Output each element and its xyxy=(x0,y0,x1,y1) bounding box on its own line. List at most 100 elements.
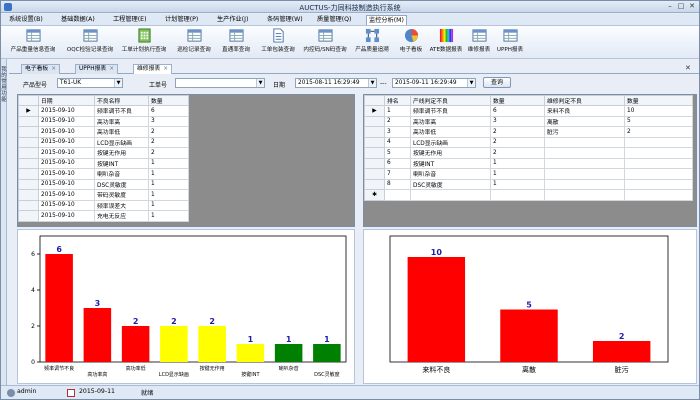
table-cell[interactable]: 2015-09-10 xyxy=(38,105,95,117)
ribbon-oqc-button[interactable]: OQC检验记录查询 xyxy=(63,28,117,58)
row-header[interactable] xyxy=(364,126,385,138)
row-header[interactable] xyxy=(18,147,39,159)
row-header[interactable] xyxy=(18,199,39,211)
table-cell[interactable]: DSC灵敏度 xyxy=(94,178,149,190)
table-cell[interactable]: 2015-09-10 xyxy=(38,136,95,148)
table-cell[interactable]: LCD显示缺画 xyxy=(410,136,491,148)
ribbon-first-pass-yield-button[interactable]: 直通率查询 xyxy=(217,28,255,58)
table-cell[interactable]: 2 xyxy=(490,126,545,138)
table-cell[interactable] xyxy=(624,136,693,148)
ribbon-patrol-inspection-button[interactable]: 巡检记录查询 xyxy=(173,28,215,58)
table-cell[interactable]: 按键无作用 xyxy=(94,147,149,159)
column-header[interactable]: 排名 xyxy=(384,95,411,106)
table-row[interactable]: 4 LCD显示缺画 2 xyxy=(364,136,693,148)
table-row[interactable]: 2015-09-10 充电无反应 1 xyxy=(18,210,189,222)
close-icon[interactable]: × xyxy=(51,66,56,72)
table-cell[interactable] xyxy=(544,168,625,180)
table-cell[interactable]: 频率调节不良 xyxy=(410,105,491,117)
table-cell[interactable] xyxy=(544,178,625,190)
table-cell[interactable] xyxy=(410,189,491,201)
table-cell[interactable]: 2015-09-10 xyxy=(38,157,95,169)
table-cell[interactable]: 来料不良 xyxy=(544,105,625,117)
table-row[interactable]: 2015-09-10 按键INT 1 xyxy=(18,157,189,169)
table-cell[interactable]: 2015-09-10 xyxy=(38,199,95,211)
column-header[interactable]: 产线判定不良 xyxy=(410,95,491,106)
table-cell[interactable] xyxy=(544,189,625,201)
date-to-picker[interactable]: 2015-09-11 16:29:49 ▼ xyxy=(392,78,476,88)
column-header[interactable]: 不良名称 xyxy=(94,95,149,106)
table-cell[interactable]: 频率调节不良 xyxy=(94,105,149,117)
new-row[interactable]: ✱ xyxy=(364,189,693,201)
close-icon[interactable]: ✕ xyxy=(685,64,691,72)
table-cell[interactable] xyxy=(624,168,693,180)
table-cell[interactable]: 离散 xyxy=(544,115,625,127)
table-cell[interactable]: 3 xyxy=(148,115,189,127)
table-row[interactable]: 2015-09-10 按键无作用 2 xyxy=(18,147,189,159)
row-header[interactable] xyxy=(18,115,39,127)
table-cell[interactable]: 1 xyxy=(148,157,189,169)
table-cell[interactable]: 2 xyxy=(490,147,545,159)
menu-production[interactable]: 生产作业(J) xyxy=(215,15,250,25)
defect-ranking-grid[interactable]: 排名 产线判定不良 数量 维修判定不良 数量 ▶ 1 频率调节不良 6 来料不良 10 2 高… xyxy=(363,94,697,227)
table-cell[interactable]: 6 xyxy=(148,105,189,117)
table-cell[interactable] xyxy=(624,157,693,169)
menu-monitoring[interactable]: 监控分析(M) xyxy=(366,15,407,25)
ribbon-packaging-button[interactable]: 工单包装查询 xyxy=(257,28,299,58)
row-header[interactable] xyxy=(18,136,39,148)
table-cell[interactable]: 频率误差大 xyxy=(94,199,149,211)
table-cell[interactable]: 高功率高 xyxy=(94,115,149,127)
table-row[interactable]: 3 高功率低 2 脏污 2 xyxy=(364,126,693,138)
tab-dashboard[interactable]: 电子看板 × xyxy=(21,64,61,74)
menu-barcode[interactable]: 条码管理(W) xyxy=(265,15,305,25)
close-icon[interactable]: × xyxy=(109,66,114,72)
table-cell[interactable]: LCD显示缺画 xyxy=(94,136,149,148)
table-cell[interactable] xyxy=(384,189,411,201)
defect-detail-grid[interactable]: 日期 不良名称 数量 ▶ 2015-09-10 频率调节不良 6 2015-09-10 高… xyxy=(17,94,355,227)
menu-system-settings[interactable]: 系统设置(B) xyxy=(7,15,45,25)
table-row[interactable]: 5 按键无作用 2 xyxy=(364,147,693,159)
ribbon-repair-report-button[interactable]: 维修报表 xyxy=(465,28,493,58)
table-cell[interactable]: 2015-09-10 xyxy=(38,126,95,138)
table-cell[interactable]: DSC灵敏度 xyxy=(410,178,491,190)
table-cell[interactable]: 2 xyxy=(384,115,411,127)
workorder-select[interactable]: ▼ xyxy=(175,78,265,88)
row-header[interactable] xyxy=(364,147,385,159)
menu-quality[interactable]: 质量管理(Q) xyxy=(315,15,353,25)
table-cell[interactable]: 按键INT xyxy=(410,157,491,169)
table-cell[interactable]: 6 xyxy=(384,157,411,169)
table-cell[interactable]: 高功率低 xyxy=(94,126,149,138)
table-cell[interactable] xyxy=(544,147,625,159)
row-header[interactable] xyxy=(364,178,385,190)
ribbon-dashboard-button[interactable]: 电子看板 xyxy=(395,28,427,58)
product-model-select[interactable]: T61-UK ▼ xyxy=(57,78,123,88)
table-row[interactable]: 2015-09-10 LCD显示缺画 2 xyxy=(18,136,189,148)
table-cell[interactable]: 5 xyxy=(624,115,693,127)
ribbon-upph-report-button[interactable]: UPPH报表 xyxy=(495,28,525,58)
table-cell[interactable]: 4 xyxy=(384,136,411,148)
table-row[interactable]: 2015-09-10 DSC灵敏度 1 xyxy=(18,178,189,190)
ribbon-product-weight-button[interactable]: 产品重量信息查询 xyxy=(5,28,61,58)
menu-engineering[interactable]: 工程管理(E) xyxy=(111,15,149,25)
row-header[interactable] xyxy=(364,136,385,148)
table-cell[interactable]: 喇叭杂音 xyxy=(410,168,491,180)
table-row[interactable]: 7 喇叭杂音 1 xyxy=(364,168,693,180)
table-cell[interactable]: 1 xyxy=(384,105,411,117)
table-cell[interactable]: 10 xyxy=(624,105,693,117)
table-cell[interactable]: 脏污 xyxy=(544,126,625,138)
table-cell[interactable]: 高功率低 xyxy=(410,126,491,138)
row-header[interactable] xyxy=(18,126,39,138)
table-cell[interactable] xyxy=(624,178,693,190)
ribbon-sn-query-button[interactable]: 内控码/SN码查询 xyxy=(301,28,349,58)
table-cell[interactable] xyxy=(490,189,545,201)
table-cell[interactable] xyxy=(624,147,693,159)
table-cell[interactable]: 6 xyxy=(490,105,545,117)
row-header[interactable] xyxy=(18,168,39,180)
table-row[interactable]: 2015-09-10 高功率低 2 xyxy=(18,126,189,138)
table-cell[interactable]: 1 xyxy=(148,199,189,211)
table-cell[interactable]: 3 xyxy=(490,115,545,127)
tab-upph-report[interactable]: UPPH报表 × xyxy=(75,64,119,74)
maximize-icon[interactable]: □ xyxy=(676,2,686,11)
table-cell[interactable]: 1 xyxy=(148,210,189,222)
table-cell[interactable]: 2 xyxy=(148,136,189,148)
table-cell[interactable]: 高功率高 xyxy=(410,115,491,127)
